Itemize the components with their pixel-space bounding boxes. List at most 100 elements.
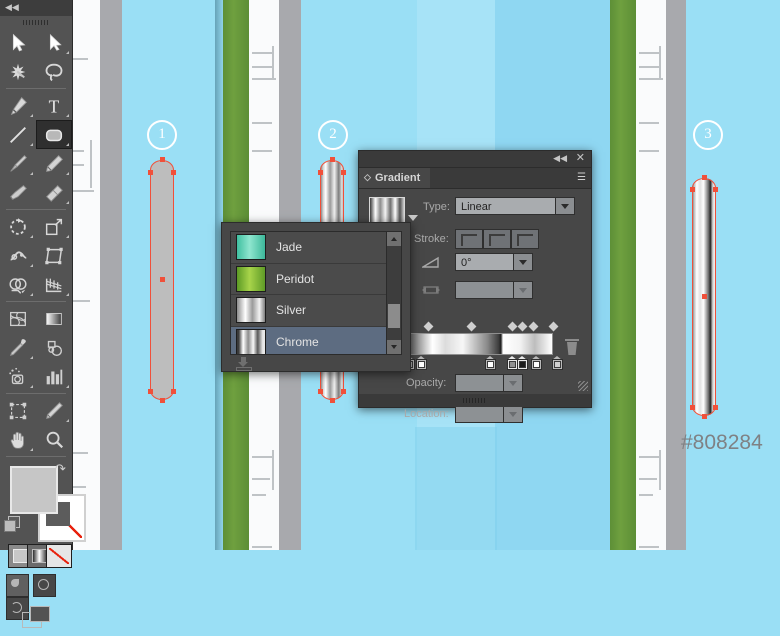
lasso-tool[interactable] — [36, 57, 72, 86]
swatch-list-scrollbar[interactable] — [386, 232, 401, 354]
chevron-down-icon[interactable] — [513, 254, 532, 270]
anchor-point[interactable] — [341, 170, 346, 175]
free-transform-tool[interactable] — [36, 241, 72, 270]
stroke-within-button[interactable] — [455, 229, 483, 249]
default-fill-stroke-icon[interactable] — [4, 516, 20, 532]
anchor-point[interactable] — [148, 170, 153, 175]
list-item[interactable]: Silver — [231, 295, 401, 327]
direct-selection-tool[interactable] — [36, 28, 72, 57]
anchor-point[interactable] — [171, 389, 176, 394]
gradient-stop[interactable] — [485, 356, 496, 370]
gradient-midpoint[interactable] — [517, 321, 528, 332]
eyedropper-tool[interactable] — [0, 333, 36, 362]
blob-brush-tool[interactable] — [0, 178, 36, 207]
anchor-point[interactable] — [341, 389, 346, 394]
gradient-panel-tabbar[interactable]: ◇ Gradient ☰ — [359, 168, 591, 189]
selection-tool[interactable] — [0, 28, 36, 57]
gradient-midpoint[interactable] — [507, 321, 518, 332]
chevron-down-icon[interactable] — [503, 406, 522, 422]
gradient-slider[interactable] — [404, 321, 563, 370]
close-x-icon[interactable]: ✕ — [576, 153, 585, 164]
gradient-midpoint[interactable] — [423, 321, 433, 332]
rotate-tool[interactable] — [0, 212, 36, 241]
anchor-point[interactable] — [713, 405, 718, 410]
hand-tool[interactable] — [0, 425, 36, 454]
scrollbar-thumb[interactable] — [388, 304, 400, 328]
anchor-point[interactable] — [171, 170, 176, 175]
anchor-point[interactable] — [318, 170, 323, 175]
anchor-point[interactable] — [160, 398, 165, 403]
anchor-point[interactable] — [702, 175, 707, 180]
width-tool[interactable] — [0, 241, 36, 270]
gradient-tool[interactable] — [36, 304, 72, 333]
gradient-stop[interactable] — [552, 356, 563, 370]
gradient-panel-footer-grip[interactable] — [359, 394, 591, 407]
anchor-point[interactable] — [318, 389, 323, 394]
color-controls[interactable]: ↷ — [0, 460, 86, 542]
list-item[interactable]: Jade — [231, 232, 401, 264]
chevron-down-icon[interactable] — [408, 215, 418, 221]
anchor-point[interactable] — [330, 398, 335, 403]
none-mode-button[interactable] — [46, 544, 72, 568]
symbol-sprayer-tool[interactable] — [0, 362, 36, 391]
artboard-tool[interactable] — [0, 396, 36, 425]
tab-gradient[interactable]: ◇ Gradient — [359, 168, 431, 188]
stroke-along-button[interactable] — [483, 229, 511, 249]
object-3-chrome-bar[interactable] — [690, 175, 718, 419]
type-select[interactable]: Linear — [455, 197, 575, 215]
angle-input[interactable]: 0° — [455, 253, 533, 271]
anchor-point[interactable] — [160, 157, 165, 162]
gradient-swatch-list[interactable]: Jade Peridot Silver Chrome — [230, 231, 402, 355]
eraser-tool[interactable] — [36, 178, 72, 207]
gradient-panel-titlebar[interactable]: ◀◀ ✕ — [359, 151, 591, 168]
double-arrow-left-icon[interactable]: ◀◀ — [5, 3, 19, 12]
object-1-flat-bar[interactable] — [148, 157, 176, 403]
double-arrow-left-icon[interactable]: ◀◀ — [553, 154, 567, 163]
slice-tool[interactable] — [36, 396, 72, 425]
gradient-stop[interactable] — [531, 356, 542, 370]
gradient-midpoint[interactable] — [466, 321, 477, 332]
anchor-point[interactable] — [330, 157, 335, 162]
gradient-midpoint[interactable] — [548, 321, 559, 332]
anchor-point[interactable] — [690, 187, 695, 192]
gradient-stop[interactable] — [416, 356, 427, 370]
anchor-point[interactable] — [702, 414, 707, 419]
draw-behind-button[interactable] — [33, 574, 57, 597]
gradient-midpoint[interactable] — [528, 321, 539, 332]
anchor-point[interactable] — [148, 389, 153, 394]
scroll-up-arrow-icon[interactable] — [387, 232, 401, 246]
resize-grip-icon[interactable] — [578, 381, 588, 391]
trash-icon[interactable] — [565, 339, 579, 355]
shape-builder-tool[interactable] — [0, 270, 36, 299]
anchor-point[interactable] — [713, 187, 718, 192]
draw-normal-button[interactable] — [6, 574, 29, 597]
pencil-tool[interactable] — [36, 149, 72, 178]
stroke-across-button[interactable] — [511, 229, 539, 249]
chevron-down-icon[interactable] — [513, 282, 532, 298]
anchor-point[interactable] — [690, 405, 695, 410]
swap-fill-stroke-icon[interactable]: ↷ — [55, 462, 66, 475]
location-input[interactable] — [455, 405, 523, 423]
gradient-slider-bar[interactable] — [407, 333, 553, 355]
tools-panel[interactable]: ◀◀ T ↷ — [0, 0, 86, 628]
chevron-down-icon[interactable] — [503, 375, 522, 391]
list-item-selected[interactable]: Chrome — [231, 326, 401, 354]
save-swatch-icon[interactable] — [234, 357, 254, 371]
opacity-input[interactable] — [455, 374, 523, 392]
mesh-tool[interactable] — [0, 304, 36, 333]
column-graph-tool[interactable] — [36, 362, 72, 391]
gradient-stop-selected[interactable] — [517, 356, 528, 370]
reverse-field[interactable] — [455, 281, 533, 299]
scale-tool[interactable] — [36, 212, 72, 241]
perspective-grid-tool[interactable] — [36, 270, 72, 299]
line-segment-tool[interactable] — [0, 120, 36, 149]
magic-wand-tool[interactable] — [0, 57, 36, 86]
zoom-tool[interactable] — [36, 425, 72, 454]
chevron-down-icon[interactable] — [555, 198, 574, 214]
tools-panel-grip[interactable] — [0, 16, 72, 28]
pen-tool[interactable] — [0, 91, 36, 120]
paintbrush-tool[interactable] — [0, 149, 36, 178]
gradient-swatch-dropdown[interactable]: Jade Peridot Silver Chrome — [221, 222, 411, 372]
change-screen-mode-button[interactable] — [22, 606, 56, 630]
rectangle-tool[interactable] — [36, 120, 72, 149]
